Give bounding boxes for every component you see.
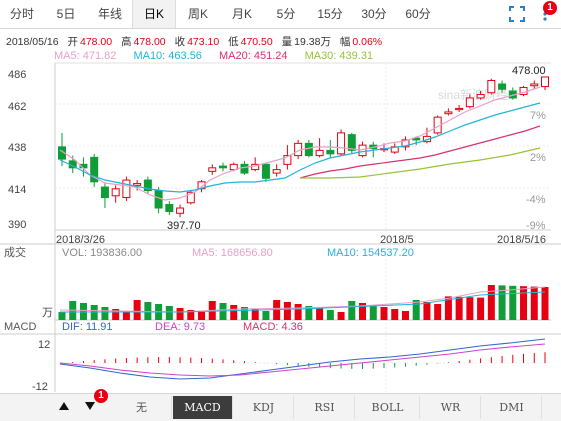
- date-axis-label: 2018/3/26: [56, 234, 105, 246]
- volume-bar: [369, 305, 377, 320]
- volume-bar: [401, 311, 409, 320]
- candle-body: [176, 207, 185, 214]
- volume-bar: [509, 285, 517, 320]
- candle-body: [455, 107, 464, 111]
- volume-bar: [455, 296, 463, 320]
- candle-body: [240, 163, 249, 174]
- candle-body: [530, 83, 539, 87]
- tab-wr[interactable]: WR: [421, 396, 481, 419]
- date-axis-label: 2018/5: [380, 234, 414, 246]
- volume-bar: [423, 302, 431, 320]
- candle-body: [487, 79, 496, 94]
- volume-bar: [412, 300, 420, 320]
- candle-body: [100, 186, 109, 199]
- volume-bar: [219, 303, 227, 320]
- volume-bar: [198, 312, 206, 320]
- volume-bar: [230, 305, 238, 320]
- volume-ma5: MA5: 168656.80: [192, 247, 273, 259]
- date-axis-label: 2018/5/16: [497, 234, 546, 246]
- pct-axis-label: -9%: [526, 220, 546, 232]
- ma20-line: [299, 125, 541, 179]
- volume-bar: [283, 302, 291, 320]
- volume-bar: [348, 301, 356, 320]
- arrow-up-icon[interactable]: [58, 400, 70, 412]
- candle-body: [444, 111, 453, 115]
- macd-dea: DEA: 9.73: [155, 321, 205, 333]
- tab-dmi[interactable]: DMI: [482, 396, 542, 419]
- candle-body: [541, 76, 549, 88]
- dea-line: [59, 343, 546, 377]
- candle-body: [326, 149, 335, 155]
- price-axis-label: 438: [8, 142, 26, 154]
- volume-bar: [294, 304, 302, 320]
- volume-bar: [337, 312, 345, 320]
- volume-bar: [477, 297, 485, 320]
- dif-line: [59, 338, 546, 380]
- tab-none[interactable]: 无: [112, 396, 172, 419]
- price-axis-label: 414: [8, 184, 26, 196]
- kline-chart: sina新浪财经 486 462 438 414 390 7% 2% -4% -…: [0, 62, 561, 393]
- ma30-line: [300, 147, 541, 179]
- candle-body: [111, 188, 120, 197]
- price-axis-label: 462: [8, 101, 26, 113]
- volume-bar: [487, 285, 495, 320]
- indicator-tabs: 1 无 MACD KDJ RSI BOLL WR DMI: [0, 389, 561, 421]
- volume-bar: [133, 300, 141, 320]
- volume-bars: [58, 285, 549, 320]
- pct-axis-label: 2%: [530, 152, 546, 164]
- candle-body: [133, 183, 142, 186]
- candle-body: [337, 132, 346, 155]
- volume-bar: [326, 310, 334, 320]
- candle-body: [304, 142, 313, 157]
- price-axis-label: 486: [8, 69, 26, 81]
- tab-kdj[interactable]: KDJ: [234, 396, 294, 419]
- candle-body: [465, 97, 474, 108]
- volume-title: 成交: [4, 245, 26, 259]
- tab-rsi[interactable]: RSI: [295, 396, 355, 419]
- candle-body: [498, 83, 507, 90]
- tab-macd[interactable]: MACD: [173, 396, 233, 419]
- macd-value: MACD: 4.36: [243, 321, 303, 333]
- candle-body: [208, 167, 217, 172]
- candle-body: [272, 169, 281, 174]
- candle-body: [261, 163, 270, 179]
- macd-dif: DIF: 11.91: [62, 321, 113, 333]
- low-price-label: 397.70: [167, 220, 201, 232]
- volume-bar: [520, 286, 528, 320]
- volume-ma10: MA10: 154537.20: [327, 247, 414, 259]
- macd-axis-bottom: -12: [32, 381, 48, 393]
- pct-axis-label: 7%: [530, 110, 546, 122]
- high-price-label: 478.00: [512, 65, 546, 77]
- candle-body: [219, 165, 227, 169]
- volume-bar: [176, 308, 184, 320]
- volume-bar: [380, 307, 388, 320]
- volume-bar: [101, 307, 109, 320]
- volume-bar: [262, 311, 270, 320]
- candle-body: [122, 179, 131, 199]
- volume-bar: [165, 306, 173, 320]
- macd-axis-top: 12: [38, 339, 50, 351]
- volume-bar: [530, 286, 538, 320]
- pct-axis-label: -4%: [526, 194, 546, 206]
- volume-bar: [58, 312, 66, 320]
- candle-body: [476, 93, 485, 99]
- volume-value: VOL: 193836.00: [62, 247, 142, 259]
- indicator-badge: 1: [94, 389, 108, 403]
- candle-body: [165, 204, 174, 213]
- volume-bar: [391, 309, 399, 320]
- price-axis-label: 390: [8, 219, 26, 231]
- tab-boll[interactable]: BOLL: [356, 396, 420, 419]
- candle-body: [315, 149, 324, 157]
- volume-unit: 万: [42, 307, 53, 319]
- macd-title: MACD: [4, 321, 36, 333]
- macd-histogram: [72, 352, 546, 369]
- volume-bar: [466, 297, 474, 320]
- arrow-down-icon[interactable]: [84, 400, 96, 412]
- volume-bar: [316, 308, 324, 320]
- volume-bar: [434, 304, 442, 320]
